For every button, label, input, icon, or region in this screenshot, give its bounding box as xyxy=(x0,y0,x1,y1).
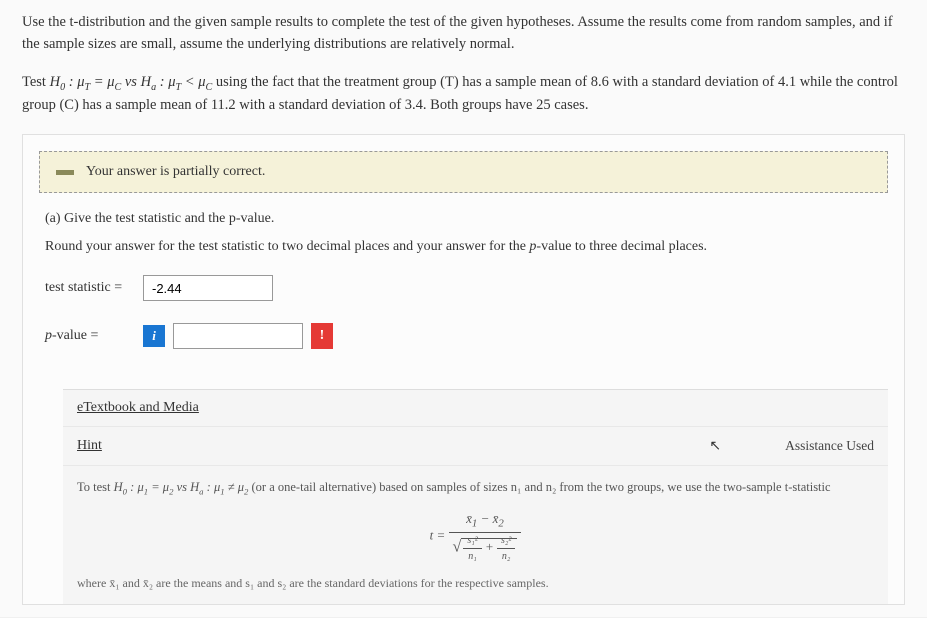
hint-suffix: (or a one-tail alternative) based on sam… xyxy=(248,480,830,494)
error-icon: ! xyxy=(311,323,333,349)
hint-right: ↖ Assistance Used xyxy=(709,437,874,455)
resources-section: eTextbook and Media Hint ↖ Assistance Us… xyxy=(63,389,888,603)
test-stat-label: test statistic = xyxy=(45,280,135,296)
feedback-banner: Your answer is partially correct. xyxy=(39,151,888,193)
where-text: where x̄₁ and x̄₂ are the means and s₁ a… xyxy=(77,574,874,592)
hint-prefix: To test xyxy=(77,480,114,494)
hypothesis-math: H0 : μT = μC vs Ha : μT < μC xyxy=(50,74,213,90)
intro-paragraph: Use the t-distribution and the given sam… xyxy=(22,12,905,56)
cursor-icon: ↖ xyxy=(709,438,721,455)
pvalue-input[interactable] xyxy=(173,323,303,349)
pvalue-label: p-value = xyxy=(45,328,135,344)
feedback-bar-icon xyxy=(56,170,74,175)
test-prefix: Test xyxy=(22,74,50,90)
hint-row: Hint ↖ Assistance Used xyxy=(63,427,888,466)
hint-content: To test H0 : μ1 = μ2 vs Ha : μ1 ≠ μ2 (or… xyxy=(63,466,888,603)
hint-text: To test H0 : μ1 = μ2 vs Ha : μ1 ≠ μ2 (or… xyxy=(77,478,874,499)
hint-link[interactable]: Hint xyxy=(77,438,102,454)
part-a-label: (a) Give the test statistic and the p-va… xyxy=(45,211,882,227)
pvalue-row: p-value = i ! xyxy=(45,323,882,349)
answer-card: Your answer is partially correct. (a) Gi… xyxy=(22,134,905,604)
assistance-used: Assistance Used xyxy=(785,438,874,453)
etextbook-link[interactable]: eTextbook and Media xyxy=(63,390,888,427)
info-icon[interactable]: i xyxy=(143,325,165,347)
test-stat-row: test statistic = xyxy=(45,275,882,301)
test-stat-input[interactable] xyxy=(143,275,273,301)
content-area: (a) Give the test statistic and the p-va… xyxy=(23,211,904,379)
hint-hypothesis: H0 : μ1 = μ2 vs Ha : μ1 ≠ μ2 xyxy=(114,480,249,494)
feedback-text: Your answer is partially correct. xyxy=(86,164,265,180)
hypothesis-paragraph: Test H0 : μT = μC vs Ha : μT < μC using … xyxy=(22,72,905,117)
question-container: Use the t-distribution and the given sam… xyxy=(0,0,927,617)
rounding-instructions: Round your answer for the test statistic… xyxy=(45,239,882,255)
formula: t = x̄1 − x̄2 √s₁²n₁ + s₂²n₂ xyxy=(77,509,874,564)
